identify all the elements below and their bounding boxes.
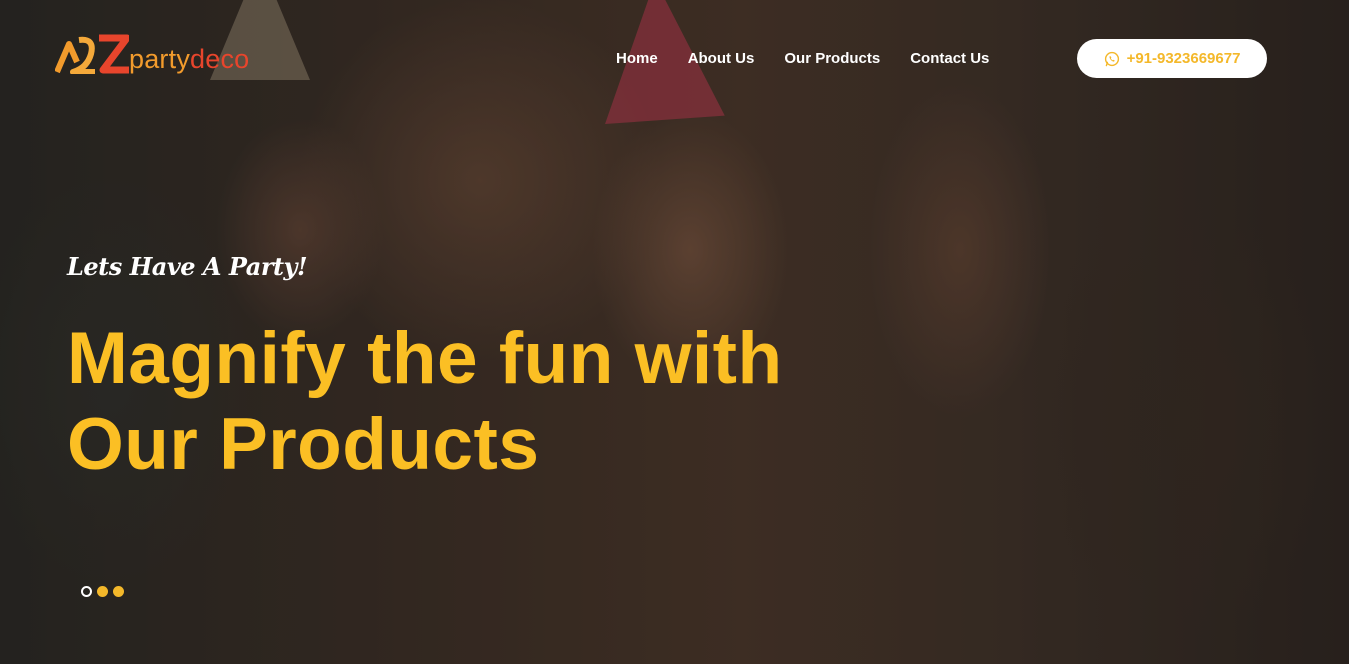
slider-dot-3[interactable] [113,586,124,597]
phone-button[interactable]: +91-9323669677 [1077,39,1267,78]
logo-wordmark: partydeco [129,44,250,74]
hero-headline: Magnify the fun with Our Products [67,316,967,488]
nav-contact-us[interactable]: Contact Us [910,49,989,69]
headline-line-2: Our Products [67,404,540,485]
slider-dot-1[interactable] [81,586,92,597]
nav-home[interactable]: Home [616,49,658,69]
whatsapp-icon [1104,51,1119,66]
slider-pagination [81,586,124,597]
headline-line-1: Magnify the fun with [67,318,783,399]
nav-our-products[interactable]: Our Products [784,49,880,69]
logo-mark-icon [55,34,129,74]
site-header: partydeco Home About Us Our Products Con… [0,0,1349,120]
hero-tagline: Lets Have A Party! [67,252,308,281]
nav-about-us[interactable]: About Us [688,49,755,69]
main-nav: Home About Us Our Products Contact Us [616,49,989,69]
site-logo[interactable]: partydeco [55,32,249,74]
phone-number: +91-9323669677 [1126,50,1241,67]
slider-dot-2[interactable] [97,586,108,597]
